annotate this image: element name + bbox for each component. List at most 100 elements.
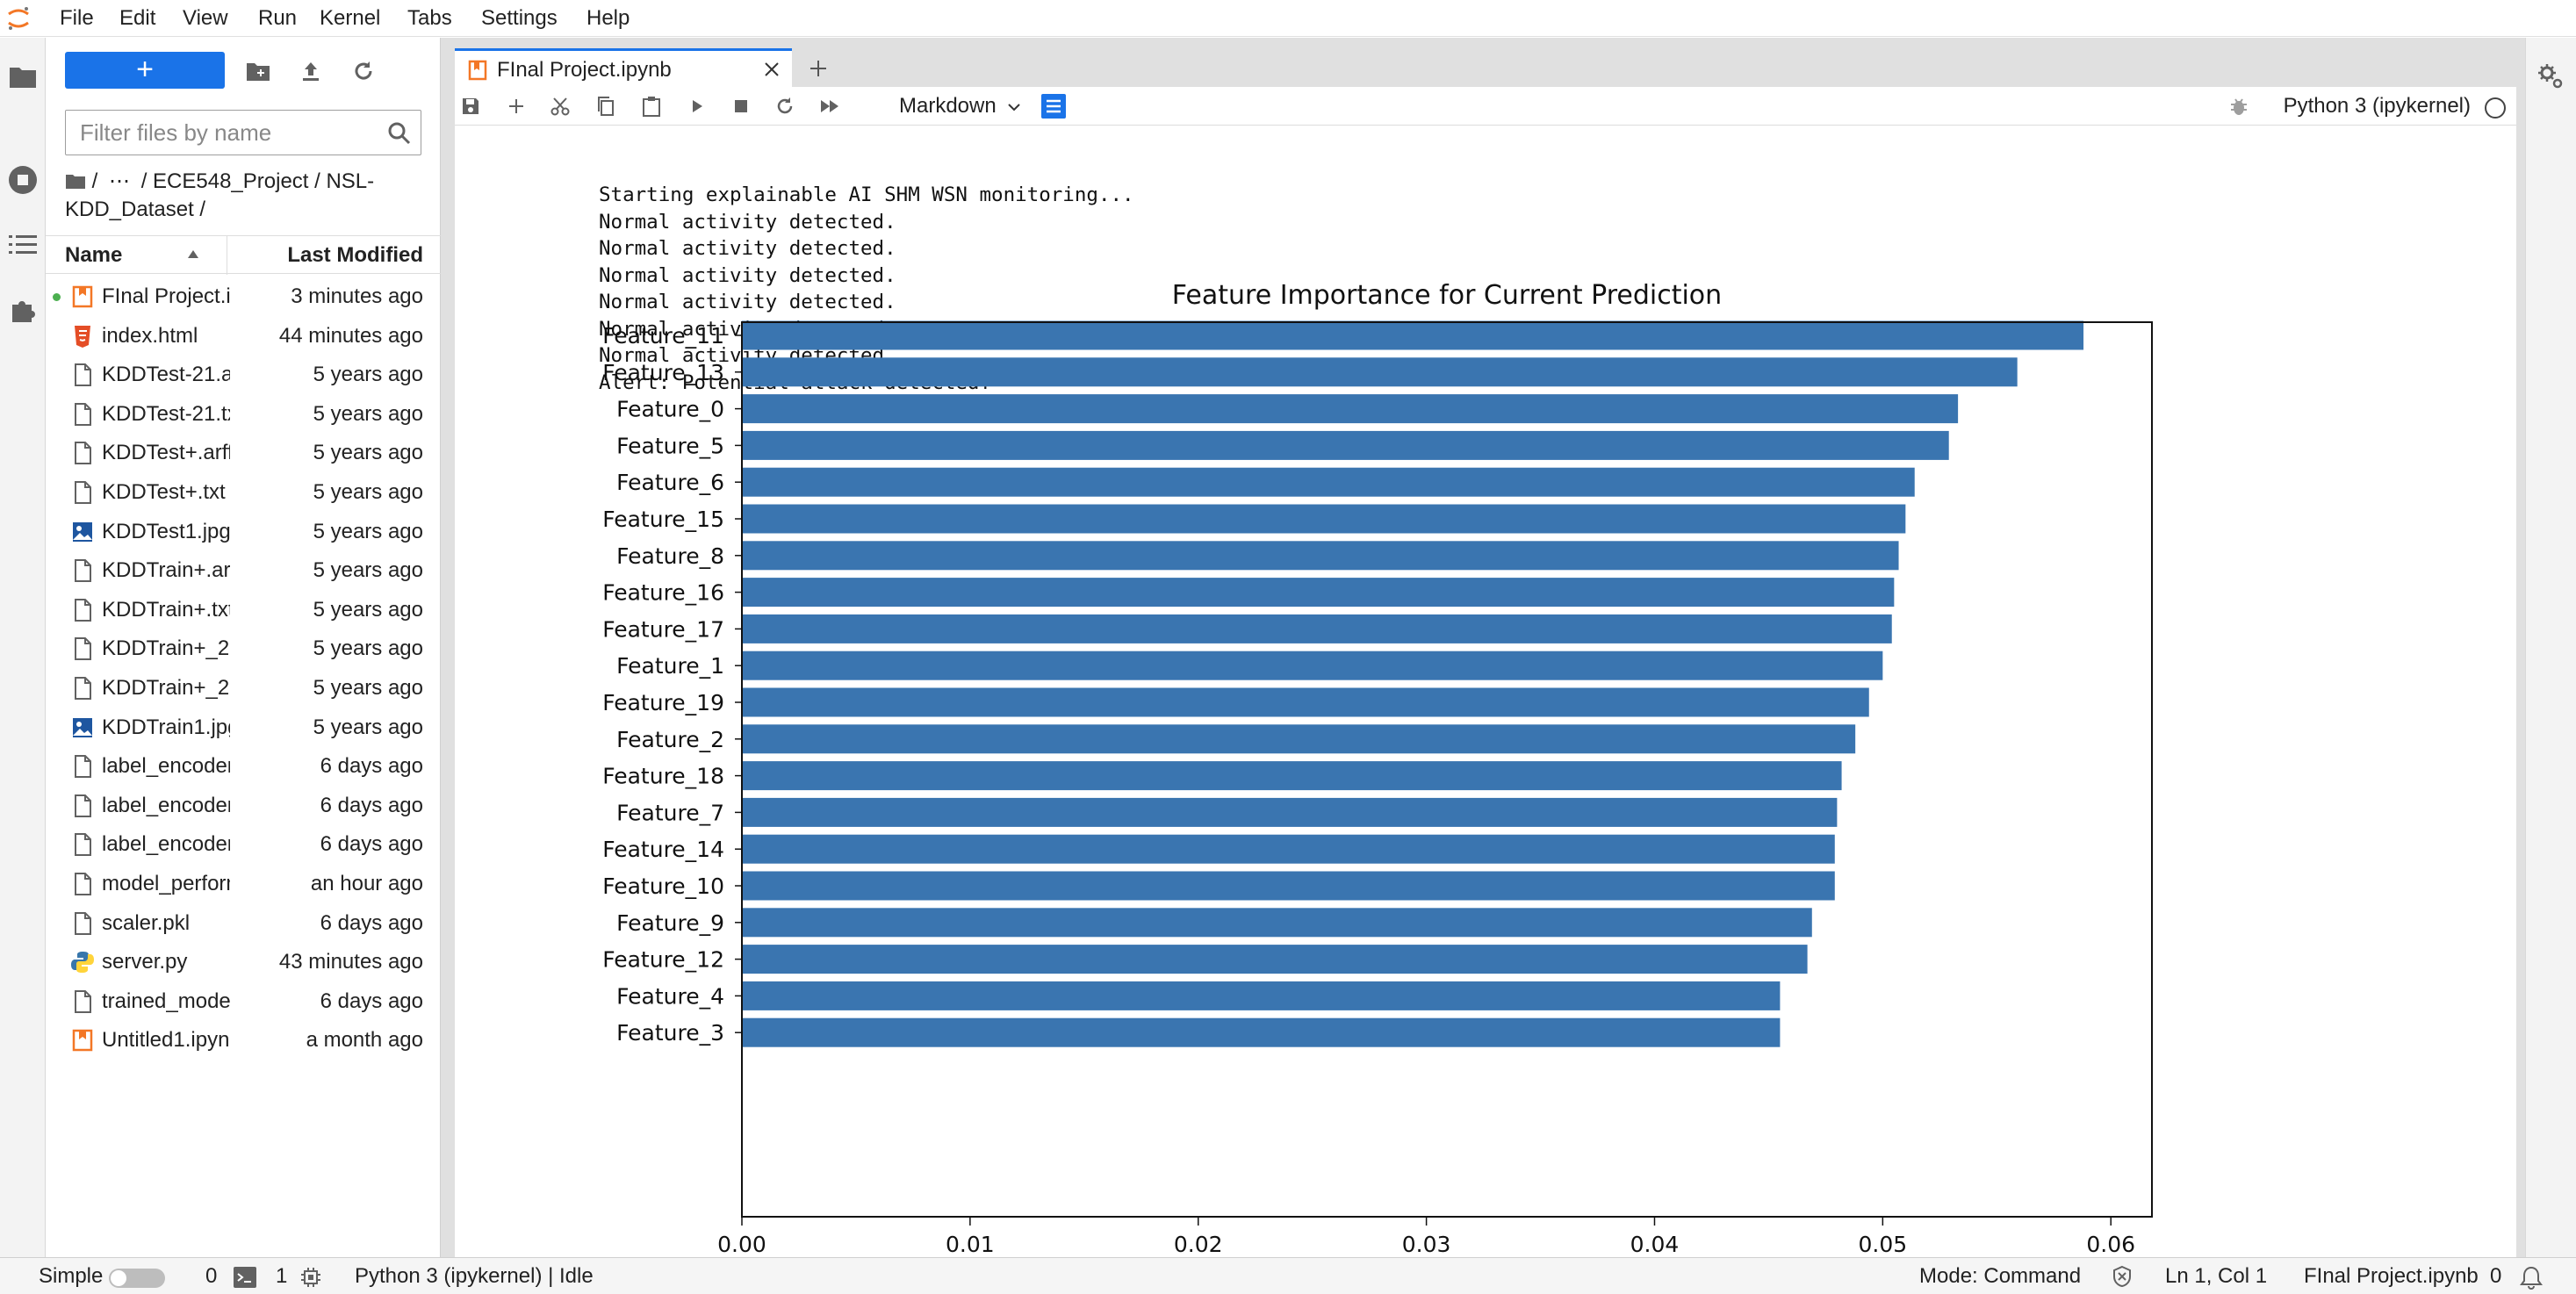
new-launcher-button[interactable]: +	[65, 52, 225, 89]
notebook-toolbar: Markdown Python 3 (ipykernel)	[455, 87, 2516, 126]
file-row[interactable]: FInal Project.ipynb 3 minutes ago	[46, 277, 441, 316]
menu-file[interactable]: File	[60, 5, 94, 32]
file-modified: 3 minutes ago	[291, 284, 423, 308]
right-sidebar	[2525, 38, 2576, 1257]
html-file-icon	[70, 324, 95, 349]
file-row[interactable]: KDDTrain+.txt 5 years ago	[46, 591, 441, 629]
property-inspector-icon[interactable]	[1040, 92, 1068, 120]
terminal-count[interactable]: 0	[205, 1263, 217, 1290]
settings-gear-icon[interactable]	[2533, 59, 2568, 94]
menu-settings[interactable]: Settings	[481, 5, 558, 32]
file-row[interactable]: label_encoder_2.pkl 6 days ago	[46, 787, 441, 825]
home-folder-icon[interactable]	[65, 172, 86, 190]
kernel-name-button[interactable]: Python 3 (ipykernel)	[2284, 92, 2471, 120]
sort-ascending-icon	[188, 250, 198, 258]
new-folder-icon[interactable]	[242, 55, 274, 87]
file-row[interactable]: KDDTest+.txt 5 years ago	[46, 473, 441, 512]
tab-final-project[interactable]: FInal Project.ipynb	[455, 48, 792, 87]
file-row[interactable]: KDDTest+.arff 5 years ago	[46, 434, 441, 472]
file-modified: 5 years ago	[313, 558, 423, 583]
file-file-icon	[70, 754, 95, 779]
y-tick-label: Feature_9	[616, 910, 724, 936]
extension-icon[interactable]	[5, 292, 40, 327]
menu-help[interactable]: Help	[586, 5, 630, 32]
image-file-icon	[70, 520, 95, 544]
file-filter-input[interactable]	[66, 111, 382, 155]
file-row[interactable]: KDDTest-21.txt 5 years ago	[46, 395, 441, 434]
file-row[interactable]: trained_model.pkl 6 days ago	[46, 982, 441, 1021]
menu-edit[interactable]: Edit	[119, 5, 155, 32]
mode-indicator: Mode: Command	[1919, 1264, 2082, 1288]
file-name: KDDTest-21.arff	[102, 363, 230, 387]
paste-icon[interactable]	[637, 92, 666, 120]
file-row[interactable]: KDDTest1.jpg 5 years ago	[46, 513, 441, 551]
file-modified: 5 years ago	[313, 441, 423, 465]
bell-icon[interactable]	[2520, 1265, 2543, 1290]
plus-icon	[810, 61, 826, 76]
simple-mode-toggle[interactable]	[109, 1269, 165, 1288]
file-row[interactable]: server.py 43 minutes ago	[46, 943, 441, 981]
menu-view[interactable]: View	[183, 5, 228, 32]
file-row[interactable]: Untitled1.ipynb a month ago	[46, 1021, 441, 1060]
x-tick-label: 0.06	[2086, 1232, 2135, 1257]
kernel-count[interactable]: 1	[276, 1263, 287, 1290]
breadcrumb-ellipsis[interactable]: ⋯	[109, 169, 130, 193]
close-icon[interactable]	[762, 60, 781, 79]
notebook-file-icon	[70, 284, 95, 309]
column-name-header[interactable]: Name	[65, 243, 122, 268]
folder-icon[interactable]	[5, 59, 40, 94]
file-modified: a month ago	[306, 1028, 423, 1053]
run-icon[interactable]	[683, 92, 711, 120]
copy-icon[interactable]	[592, 92, 620, 120]
notebook-panel[interactable]: Starting explainable AI SHM WSN monitori…	[455, 126, 2516, 1257]
file-row[interactable]: index.html 44 minutes ago	[46, 317, 441, 356]
file-row[interactable]: model_performance.csv an hour ago	[46, 865, 441, 903]
file-file-icon	[70, 989, 95, 1014]
restart-icon[interactable]	[771, 92, 799, 120]
file-modified: 44 minutes ago	[278, 323, 423, 348]
bar-feature-10	[742, 871, 1835, 901]
file-row[interactable]: KDDTrain+_20Percent.txt 5 years ago	[46, 669, 441, 708]
refresh-icon[interactable]	[348, 55, 379, 87]
breadcrumb-root[interactable]: /	[92, 169, 98, 193]
y-tick-label: Feature_6	[616, 470, 724, 495]
toc-icon[interactable]	[5, 227, 40, 262]
file-row[interactable]: KDDTrain+.arff 5 years ago	[46, 551, 441, 590]
file-name: model_performance.csv	[102, 872, 230, 895]
file-row[interactable]: label_encoder_3.pkl 6 days ago	[46, 825, 441, 864]
cursor-position[interactable]: Ln 1, Col 1	[2165, 1263, 2267, 1290]
kernel-status-text[interactable]: Python 3 (ipykernel) | Idle	[355, 1263, 594, 1290]
column-modified-header[interactable]: Last Modified	[287, 243, 423, 268]
file-modified: 5 years ago	[313, 519, 423, 543]
running-indicator-icon	[53, 293, 61, 301]
upload-icon[interactable]	[295, 55, 327, 87]
menu-tabs[interactable]: Tabs	[407, 5, 452, 32]
file-modified: 5 years ago	[313, 363, 423, 387]
menu-kernel[interactable]: Kernel	[320, 5, 380, 32]
file-name: label_encoder_3.pkl	[102, 832, 230, 857]
save-icon[interactable]	[457, 92, 485, 120]
file-row[interactable]: KDDTrain1.jpg 5 years ago	[46, 708, 441, 747]
notification-count[interactable]: 0	[2490, 1263, 2501, 1290]
new-tab-button[interactable]	[801, 52, 836, 85]
chart-title: Feature Importance for Current Predictio…	[1172, 280, 1722, 311]
file-row[interactable]: scaler.pkl 6 days ago	[46, 904, 441, 943]
tab-label: FInal Project.ipynb	[497, 58, 672, 82]
file-file-icon	[70, 402, 95, 427]
debugger-icon[interactable]	[2228, 96, 2249, 117]
stop-icon[interactable]	[727, 92, 755, 120]
fast-forward-icon[interactable]	[817, 92, 845, 120]
running-icon[interactable]	[5, 162, 40, 198]
file-row[interactable]: label_encoder_1.pkl 6 days ago	[46, 747, 441, 786]
cell-type-select[interactable]: Markdown	[899, 92, 1021, 120]
cut-icon[interactable]	[546, 92, 574, 120]
menu-run[interactable]: Run	[258, 5, 297, 32]
file-row[interactable]: KDDTrain+_20Percent.arff 5 years ago	[46, 629, 441, 668]
trust-icon[interactable]	[2111, 1265, 2133, 1288]
file-row[interactable]: KDDTest-21.arff 5 years ago	[46, 356, 441, 394]
insert-cell-icon[interactable]	[502, 92, 530, 120]
file-name: Untitled1.ipynb	[102, 1028, 230, 1053]
file-name: KDDTrain+.txt	[102, 597, 230, 622]
file-modified: 5 years ago	[313, 676, 423, 700]
file-name: trained_model.pkl	[102, 988, 230, 1013]
